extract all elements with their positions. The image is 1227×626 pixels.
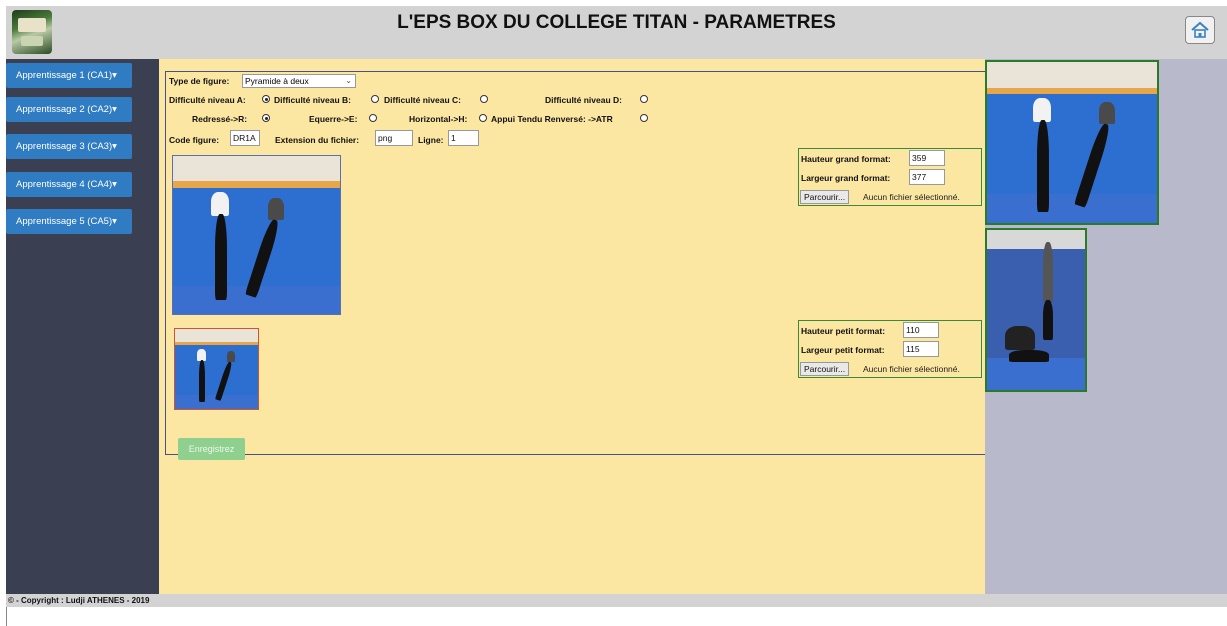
code-field[interactable]: DR1A xyxy=(230,130,260,146)
difficulty-a-label: Difficulté niveau A: xyxy=(169,95,246,105)
small-format-preview xyxy=(174,328,259,410)
ext-label: Extension du fichier: xyxy=(275,135,360,145)
footer-divider xyxy=(6,607,7,626)
sidebar-item-ca4[interactable]: Apprentissage 4 (CA4)▾ xyxy=(6,172,132,197)
gallery-photo-pyramid[interactable] xyxy=(985,60,1159,225)
position-atr-label: Appui Tendu Renversé: ->ATR xyxy=(491,114,613,124)
sidebar-item-ca3[interactable]: Apprentissage 3 (CA3)▾ xyxy=(6,134,132,159)
position-e-radio[interactable] xyxy=(369,114,377,122)
petit-largeur-label: Largeur petit format: xyxy=(801,345,885,355)
position-h-label: Horizontal->H: xyxy=(409,114,468,124)
page-title: L'EPS BOX DU COLLEGE TITAN - PARAMETRES xyxy=(397,12,836,33)
type-label: Type de figure: xyxy=(169,76,230,86)
difficulty-a-radio[interactable] xyxy=(262,95,270,103)
footer-copyright: © - Copyright : Ludji ATHENES - 2019 xyxy=(6,594,1227,607)
large-format-preview xyxy=(172,155,341,315)
difficulty-d-label: Difficulté niveau D: xyxy=(545,95,622,105)
type-select[interactable]: Pyramide à deux ⌄ xyxy=(242,74,356,88)
petit-nofile-text: Aucun fichier sélectionné. xyxy=(863,364,960,374)
main-content: Type de figure: Pyramide à deux ⌄ Diffic… xyxy=(159,59,987,594)
type-select-value: Pyramide à deux xyxy=(245,76,309,86)
chevron-down-icon: ⌄ xyxy=(345,76,352,85)
position-atr-radio[interactable] xyxy=(640,114,648,122)
ext-field[interactable]: png xyxy=(375,130,413,146)
position-r-radio[interactable] xyxy=(262,114,270,122)
home-icon xyxy=(1191,21,1209,38)
grand-nofile-text: Aucun fichier sélectionné. xyxy=(863,192,960,202)
ligne-field[interactable]: 1 xyxy=(448,130,479,146)
difficulty-c-label: Difficulté niveau C: xyxy=(384,95,461,105)
sidebar-item-ca2[interactable]: Apprentissage 2 (CA2)▾ xyxy=(6,97,132,122)
sidebar-item-ca1[interactable]: Apprentissage 1 (CA1)▾ xyxy=(6,63,132,88)
sidebar-item-ca5[interactable]: Apprentissage 5 (CA5)▾ xyxy=(6,209,132,234)
petit-hauteur-field[interactable]: 110 xyxy=(903,322,939,338)
difficulty-c-radio[interactable] xyxy=(480,95,488,103)
header-bar: L'EPS BOX DU COLLEGE TITAN - PARAMETRES xyxy=(6,6,1227,59)
petit-format-panel: Hauteur petit format: 110 Largeur petit … xyxy=(798,320,982,378)
difficulty-d-radio[interactable] xyxy=(640,95,648,103)
grand-format-panel: Hauteur grand format: 359 Largeur grand … xyxy=(798,148,982,206)
grand-largeur-label: Largeur grand format: xyxy=(801,173,891,183)
save-button[interactable]: Enregistrez xyxy=(178,438,245,460)
petit-hauteur-label: Hauteur petit format: xyxy=(801,326,886,336)
difficulty-b-radio[interactable] xyxy=(371,95,379,103)
position-e-label: Equerre->E: xyxy=(309,114,358,124)
gallery-column xyxy=(985,59,1227,594)
difficulty-b-label: Difficulté niveau B: xyxy=(274,95,351,105)
grand-hauteur-field[interactable]: 359 xyxy=(909,150,945,166)
settings-form: Type de figure: Pyramide à deux ⌄ Diffic… xyxy=(165,71,987,460)
gallery-photo-pair[interactable] xyxy=(985,228,1087,392)
code-label: Code figure: xyxy=(169,135,220,145)
grand-browse-button[interactable]: Parcourir... xyxy=(800,190,850,204)
sidebar: Apprentissage 1 (CA1)▾ Apprentissage 2 (… xyxy=(6,59,159,594)
grand-largeur-field[interactable]: 377 xyxy=(909,169,945,185)
petit-browse-button[interactable]: Parcourir... xyxy=(800,362,850,376)
petit-largeur-field[interactable]: 115 xyxy=(903,341,939,357)
grand-hauteur-label: Hauteur grand format: xyxy=(801,154,891,164)
home-button[interactable] xyxy=(1185,16,1215,44)
position-h-radio[interactable] xyxy=(479,114,487,122)
position-r-label: Redressé->R: xyxy=(192,114,248,124)
ligne-label: Ligne: xyxy=(418,135,444,145)
